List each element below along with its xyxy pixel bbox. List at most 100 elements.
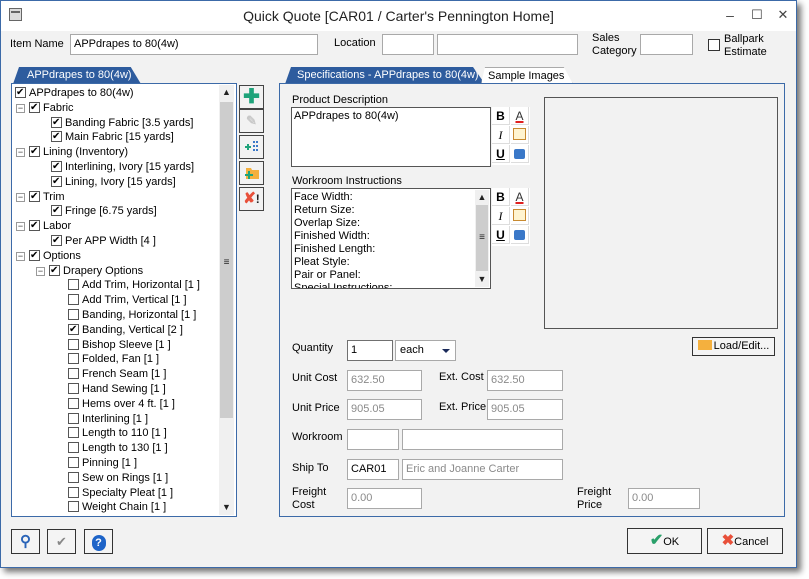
tree-item[interactable]: Sew on Rings [1 ] xyxy=(68,471,168,486)
tree-item[interactable]: Bishop Sleeve [1 ] xyxy=(68,338,171,353)
tree-item-checkbox[interactable] xyxy=(68,279,79,291)
freight-price-input[interactable]: 0.00 xyxy=(628,488,700,509)
tree-item-checkbox[interactable] xyxy=(68,412,79,424)
tree-tab[interactable]: APPdrapes to 80(4w) xyxy=(13,67,141,84)
add-item-button[interactable]: ✚ xyxy=(239,85,264,109)
ext-cost-input[interactable]: 632.50 xyxy=(487,370,563,391)
edit-item-button[interactable]: ✎ xyxy=(239,109,264,133)
item-name-input[interactable]: APPdrapes to 80(4w) xyxy=(70,34,318,55)
tab-specifications[interactable]: Specifications - APPdrapes to 80(4w) xyxy=(285,67,485,84)
italic-button[interactable]: I xyxy=(492,126,510,144)
close-button[interactable]: ✕ xyxy=(771,5,795,25)
tab-sample-images[interactable]: Sample Images xyxy=(481,67,573,84)
workroom-instructions-textarea[interactable]: Face Width: Return Size: Overlap Size: Fini… xyxy=(291,188,491,289)
spell-check-button[interactable]: ✔ xyxy=(47,529,76,554)
tree-item-checkbox[interactable] xyxy=(68,457,79,468)
tree-item-checkbox[interactable] xyxy=(51,159,62,174)
product-description-textarea[interactable]: APPdrapes to 80(4w) xyxy=(291,107,491,167)
tree-item[interactable]: Pinning [1 ] xyxy=(68,456,137,471)
instructions-print-button[interactable] xyxy=(511,226,529,244)
tree-item[interactable]: Main Fabric [15 yards] xyxy=(51,129,174,145)
tree-item-checkbox[interactable] xyxy=(68,309,79,320)
ok-button[interactable]: ✔OK xyxy=(627,528,702,554)
workroom-code-input[interactable] xyxy=(347,429,399,450)
underline-button[interactable]: U xyxy=(492,145,510,163)
collapse-icon[interactable]: − xyxy=(16,251,25,261)
tree-item[interactable]: Length to 110 [1 ] xyxy=(68,426,167,441)
font-color-button[interactable]: A xyxy=(511,107,529,125)
tree-item-checkbox[interactable] xyxy=(29,189,40,204)
scroll-down-icon[interactable]: ▼ xyxy=(219,500,234,515)
minimize-button[interactable]: – xyxy=(718,5,742,25)
tree-item[interactable]: Add Trim, Vertical [1 ] xyxy=(68,293,187,308)
instructions-insert-table-button[interactable] xyxy=(511,207,529,225)
instructions-scrollbar[interactable]: ▲ ≡ ▼ xyxy=(475,190,489,287)
cancel-button[interactable]: ✖Cancel xyxy=(707,528,783,554)
tree-item[interactable]: Add Trim, Horizontal [1 ] xyxy=(68,278,200,293)
tree-item[interactable]: − Drapery Options xyxy=(36,263,143,279)
tree-item-checkbox[interactable] xyxy=(49,263,60,278)
tree-item[interactable]: Lining, Ivory [15 yards] xyxy=(51,174,176,190)
tree-item[interactable]: Banding Fabric [3.5 yards] xyxy=(51,115,193,131)
load-edit-button[interactable]: Load/Edit... xyxy=(692,337,775,356)
tree-item[interactable]: − Lining (Inventory) xyxy=(16,144,128,160)
help-button[interactable]: ? xyxy=(84,529,113,554)
instructions-italic-button[interactable]: I xyxy=(492,207,510,225)
instructions-scroll-up-icon[interactable]: ▲ xyxy=(475,190,489,205)
tree-item-checkbox[interactable] xyxy=(68,338,79,350)
bold-button[interactable]: B xyxy=(492,107,510,125)
tree-item-checkbox[interactable] xyxy=(68,442,79,454)
tree-item-checkbox[interactable] xyxy=(51,233,62,248)
search-button[interactable]: ⚲ xyxy=(11,529,40,554)
tree-item-checkbox[interactable] xyxy=(68,486,79,498)
tree-item[interactable]: Per APP Width [4 ] xyxy=(51,233,156,249)
tree-item[interactable]: − Trim xyxy=(16,189,65,205)
instructions-bold-button[interactable]: B xyxy=(492,188,510,206)
tree-item-checkbox[interactable] xyxy=(68,353,79,365)
collapse-icon[interactable]: − xyxy=(16,148,25,158)
tree-item[interactable]: Folded, Fan [1 ] xyxy=(68,352,159,367)
tree-item-checkbox[interactable] xyxy=(29,218,40,233)
insert-table-button[interactable] xyxy=(511,126,529,144)
tree-item[interactable]: Length to 130 [1 ] xyxy=(68,441,168,456)
sales-category-input[interactable] xyxy=(640,34,693,55)
tree-item-checkbox[interactable] xyxy=(29,248,40,263)
workroom-name-input[interactable] xyxy=(402,429,563,450)
tree-item-checkbox[interactable] xyxy=(51,115,62,130)
tree-item-checkbox[interactable] xyxy=(68,397,79,409)
collapse-icon[interactable]: − xyxy=(16,192,25,202)
tree-item-checkbox[interactable] xyxy=(51,203,62,218)
tree-item-checkbox[interactable] xyxy=(68,294,79,306)
instructions-underline-button[interactable]: U xyxy=(492,226,510,244)
tree-item[interactable]: French Seam [1 ] xyxy=(68,367,166,382)
ballpark-estimate-checkbox[interactable] xyxy=(708,39,720,51)
tree-item[interactable]: Banding, Vertical [2 ] xyxy=(68,322,183,338)
tree-item[interactable]: Interlining [1 ] xyxy=(68,412,148,427)
unit-cost-input[interactable]: 632.50 xyxy=(347,370,422,391)
location-code-input[interactable] xyxy=(382,34,434,55)
tree-item-checkbox[interactable] xyxy=(68,427,79,439)
tree-item[interactable]: − Labor xyxy=(16,218,71,234)
tree-item[interactable]: Banding, Horizontal [1 ] xyxy=(68,308,196,323)
tree-item-checkbox[interactable] xyxy=(68,322,79,337)
tree-item[interactable]: Hems over 4 ft. [1 ] xyxy=(68,397,175,412)
delete-item-button[interactable]: ✘! xyxy=(239,187,264,211)
tree-item[interactable]: Specialty Pleat [1 ] xyxy=(68,486,173,501)
ship-to-name-input[interactable]: Eric and Joanne Carter xyxy=(402,459,563,480)
tree-item-checkbox[interactable] xyxy=(68,471,79,483)
tree-item-checkbox[interactable] xyxy=(29,144,40,159)
unit-select[interactable]: each xyxy=(395,340,456,361)
location-name-input[interactable] xyxy=(437,34,578,55)
tree-item-checkbox[interactable] xyxy=(51,129,62,144)
tree-item-checkbox[interactable] xyxy=(51,174,62,189)
instructions-scroll-down-icon[interactable]: ▼ xyxy=(475,272,489,287)
collapse-icon[interactable]: − xyxy=(16,103,25,113)
unit-price-input[interactable]: 905.05 xyxy=(347,399,422,420)
collapse-icon[interactable]: − xyxy=(16,222,25,232)
ext-price-input[interactable]: 905.05 xyxy=(487,399,563,420)
tree-item-checkbox[interactable] xyxy=(29,100,40,115)
tree-item-checkbox[interactable] xyxy=(68,501,79,513)
print-button[interactable] xyxy=(511,145,529,163)
scroll-up-icon[interactable]: ▲ xyxy=(219,85,234,100)
tree-item[interactable]: Hand Sewing [1 ] xyxy=(68,382,166,397)
